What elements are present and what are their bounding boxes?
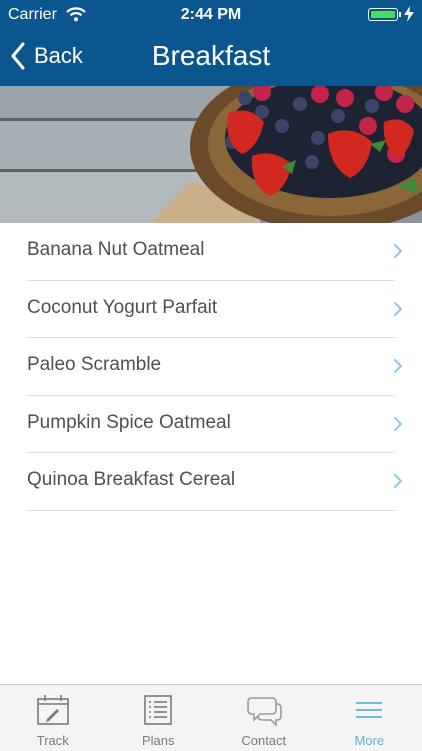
document-list-icon <box>143 694 173 726</box>
status-bar: Carrier 2:44 PM <box>0 0 422 30</box>
recipe-row-coconut-yogurt-parfait[interactable]: Coconut Yogurt Parfait <box>27 281 395 339</box>
chevron-right-icon <box>393 243 403 259</box>
recipe-row-quinoa-breakfast-cereal[interactable]: Quinoa Breakfast Cereal <box>27 453 395 511</box>
battery-level <box>371 11 395 18</box>
chevron-right-icon <box>393 473 403 489</box>
recipe-label: Pumpkin Spice Oatmeal <box>27 412 231 434</box>
page-title: Breakfast <box>0 40 422 72</box>
recipe-label: Banana Nut Oatmeal <box>27 239 204 261</box>
battery-icon <box>368 8 398 21</box>
tab-label: More <box>317 733 422 748</box>
battery-cap <box>399 12 401 17</box>
app-header: Carrier 2:44 PM Back Breakfast <box>0 0 422 86</box>
recipe-row-banana-nut-oatmeal[interactable]: Banana Nut Oatmeal <box>27 223 395 281</box>
status-time: 2:44 PM <box>0 6 422 24</box>
recipe-row-paleo-scramble[interactable]: Paleo Scramble <box>27 338 395 396</box>
charging-bolt-icon <box>404 6 414 22</box>
menu-icon <box>354 694 384 726</box>
chevron-right-icon <box>393 416 403 432</box>
tab-contact[interactable]: Contact <box>211 685 317 751</box>
tab-label: Plans <box>106 733 212 748</box>
tab-bar: Track Plans Contact More <box>0 684 422 751</box>
chat-bubbles-icon <box>246 694 282 726</box>
chevron-right-icon <box>393 358 403 374</box>
recipe-label: Paleo Scramble <box>27 354 161 376</box>
tab-track[interactable]: Track <box>0 685 106 751</box>
tab-more[interactable]: More <box>317 685 422 751</box>
recipe-label: Coconut Yogurt Parfait <box>27 297 217 319</box>
recipe-list: Banana Nut Oatmeal Coconut Yogurt Parfai… <box>0 223 422 511</box>
tab-label: Track <box>0 733 106 748</box>
tab-plans[interactable]: Plans <box>106 685 212 751</box>
chevron-right-icon <box>393 301 403 317</box>
breakfast-berries-image <box>0 86 422 223</box>
calendar-edit-icon <box>36 694 70 726</box>
tab-label: Contact <box>211 733 317 748</box>
recipe-row-pumpkin-spice-oatmeal[interactable]: Pumpkin Spice Oatmeal <box>27 396 395 454</box>
recipe-label: Quinoa Breakfast Cereal <box>27 469 235 491</box>
